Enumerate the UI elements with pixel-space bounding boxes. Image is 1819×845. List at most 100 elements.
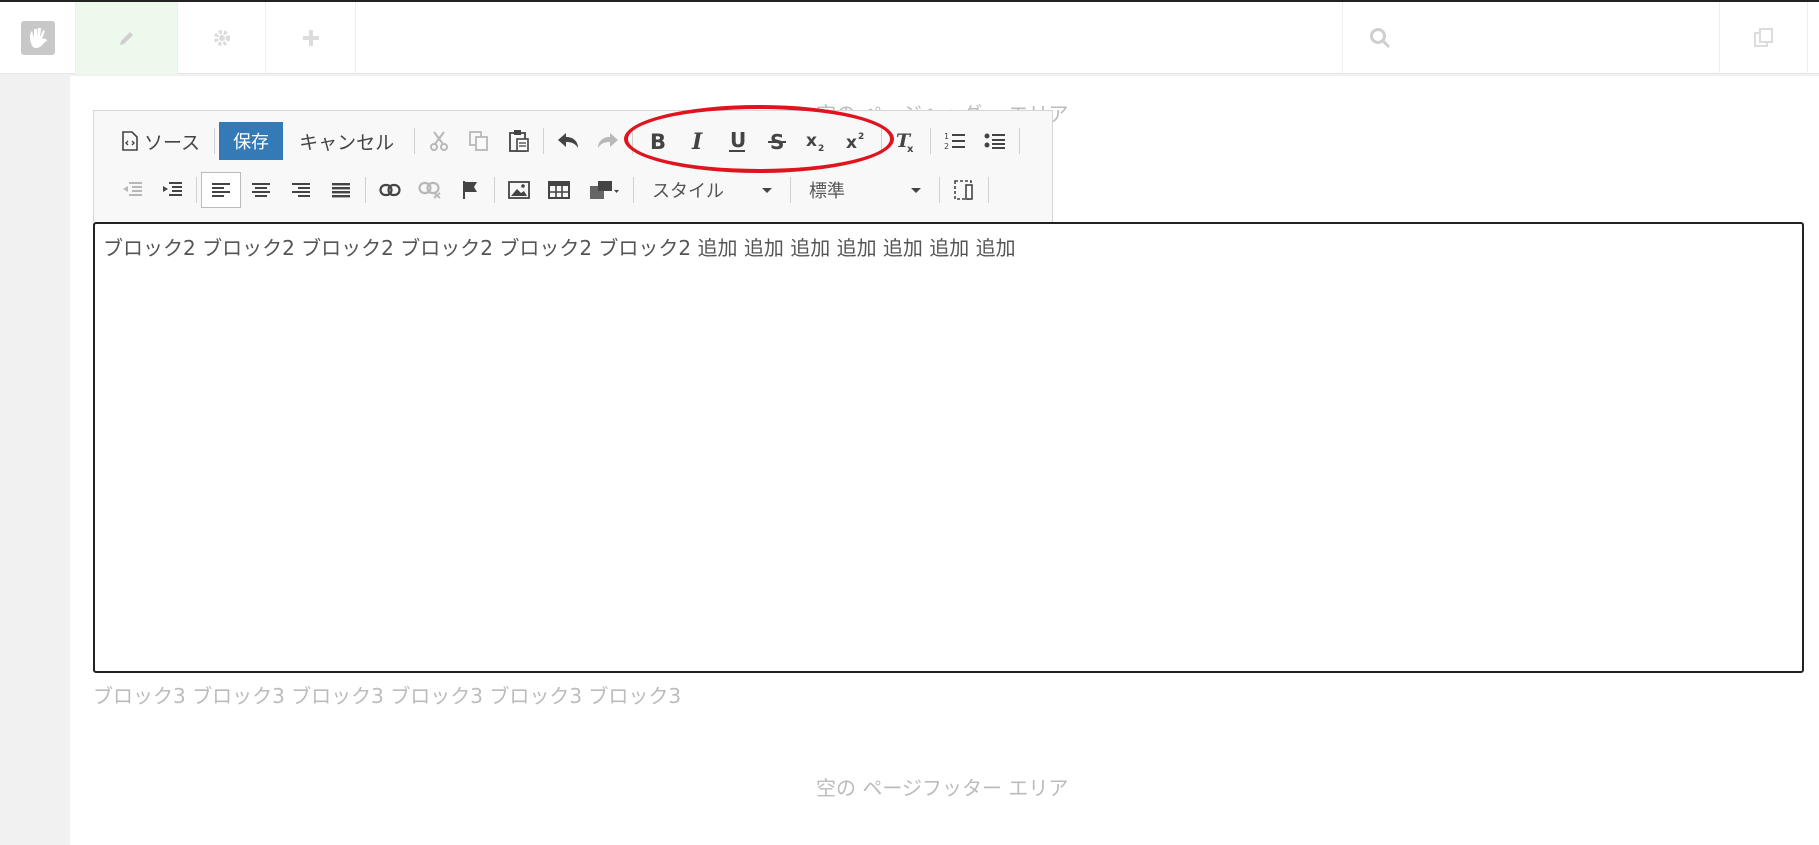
svg-text:2: 2 — [858, 132, 864, 142]
flag-icon — [463, 181, 477, 199]
show-blocks-button[interactable] — [944, 172, 984, 208]
source-icon — [122, 131, 138, 151]
plus-icon — [302, 30, 319, 46]
style-dropdown[interactable]: スタイル — [638, 173, 786, 207]
align-left-icon — [212, 183, 230, 197]
anchor-button[interactable] — [450, 172, 490, 208]
indent-icon — [163, 182, 182, 196]
justify-icon — [332, 183, 350, 198]
svg-text:2: 2 — [944, 142, 949, 151]
separator — [1019, 128, 1021, 154]
unlink-icon — [418, 181, 441, 199]
paste-button[interactable] — [499, 123, 539, 159]
chevron-down-icon — [762, 187, 772, 193]
format-dropdown[interactable]: 標準 — [795, 173, 935, 207]
cancel-button[interactable]: キャンセル — [283, 123, 410, 159]
subscript-icon: x 2 — [806, 131, 824, 152]
numbered-list-icon: 1 2 — [944, 132, 966, 151]
underline-button[interactable]: U — [717, 123, 757, 159]
svg-text:1: 1 — [944, 132, 949, 141]
unlink-button[interactable] — [410, 172, 450, 208]
separator — [930, 128, 932, 154]
show-blocks-icon — [954, 180, 973, 200]
align-right-button[interactable] — [281, 172, 321, 208]
svg-text:B: B — [650, 130, 666, 152]
add-block-button[interactable] — [266, 2, 356, 74]
align-center-button[interactable] — [241, 172, 281, 208]
copy-button[interactable] — [459, 123, 499, 159]
svg-text:x: x — [907, 144, 914, 153]
editor-content-area[interactable]: ブロック2 ブロック2 ブロック2 ブロック2 ブロック2 ブロック2 追加 追… — [93, 222, 1804, 673]
strikethrough-icon: S — [768, 130, 787, 152]
bullet-list-icon — [984, 133, 1006, 149]
block3-text: ブロック3 ブロック3 ブロック3 ブロック3 ブロック3 ブロック3 — [93, 684, 682, 708]
chevron-down-icon — [911, 187, 921, 193]
subscript-button[interactable]: x 2 — [797, 123, 837, 159]
save-button[interactable]: 保存 — [219, 122, 284, 160]
gear-icon — [213, 30, 230, 46]
separator — [632, 128, 634, 154]
separator — [494, 177, 495, 203]
strikethrough-button[interactable]: S — [757, 123, 797, 159]
remove-format-button[interactable]: T x — [886, 123, 926, 159]
separator — [939, 177, 940, 203]
italic-button[interactable]: I — [677, 123, 717, 159]
search-icon — [1370, 28, 1391, 49]
separator — [988, 177, 989, 203]
svg-text:x: x — [846, 133, 857, 152]
underline-icon: U — [729, 129, 746, 152]
edit-mode-button[interactable] — [76, 2, 178, 74]
redo-icon — [598, 133, 619, 148]
table-button[interactable] — [539, 172, 579, 208]
align-right-icon — [292, 183, 310, 197]
concrete-hand-icon — [20, 21, 55, 55]
separator — [543, 128, 545, 154]
source-button[interactable]: ソース — [112, 123, 210, 159]
remove-format-icon: T x — [896, 130, 914, 153]
superscript-button[interactable]: x 2 — [837, 123, 877, 159]
svg-text:x: x — [806, 131, 817, 151]
separator — [881, 128, 883, 154]
sitemap-button[interactable] — [1720, 2, 1808, 74]
layout-dropdown-button[interactable] — [579, 172, 629, 208]
link-icon — [379, 183, 401, 197]
paste-icon — [509, 130, 529, 152]
separator — [633, 177, 634, 203]
separator — [414, 128, 416, 154]
align-center-icon — [252, 183, 270, 197]
outdent-icon — [123, 182, 142, 196]
svg-text:2: 2 — [818, 144, 824, 152]
logo-button[interactable] — [0, 2, 76, 74]
numbered-list-button[interactable]: 1 2 — [935, 123, 975, 159]
cut-button[interactable] — [419, 123, 459, 159]
bullet-list-button[interactable] — [975, 123, 1015, 159]
source-label: ソース — [144, 131, 201, 154]
redo-button[interactable] — [588, 123, 628, 159]
format-dropdown-label: 標準 — [809, 181, 845, 202]
indent-button[interactable] — [152, 172, 192, 208]
undo-button[interactable] — [548, 123, 588, 159]
italic-icon: I — [691, 130, 703, 152]
settings-button[interactable] — [178, 2, 266, 74]
bold-icon: B — [650, 130, 666, 152]
separator — [214, 128, 216, 154]
bold-button[interactable]: B — [637, 123, 677, 159]
style-dropdown-label: スタイル — [652, 181, 724, 202]
top-toolbar — [0, 0, 1819, 74]
justify-button[interactable] — [321, 172, 361, 208]
separator — [365, 177, 366, 203]
align-left-button[interactable] — [201, 172, 241, 208]
pencil-icon — [119, 32, 133, 45]
footer-area-label: 空の ページフッター エリア — [816, 776, 1069, 800]
editor-text: ブロック2 ブロック2 ブロック2 ブロック2 ブロック2 ブロック2 追加 追… — [103, 236, 1016, 260]
search-area[interactable] — [1342, 2, 1720, 74]
svg-text:U: U — [730, 129, 746, 152]
undo-icon — [558, 133, 579, 148]
svg-text:I: I — [691, 130, 703, 152]
image-button[interactable] — [499, 172, 539, 208]
separator — [790, 177, 791, 203]
copy-icon — [469, 131, 488, 151]
outdent-button[interactable] — [112, 172, 152, 208]
layout-blocks-icon — [590, 181, 619, 199]
link-button[interactable] — [370, 172, 410, 208]
